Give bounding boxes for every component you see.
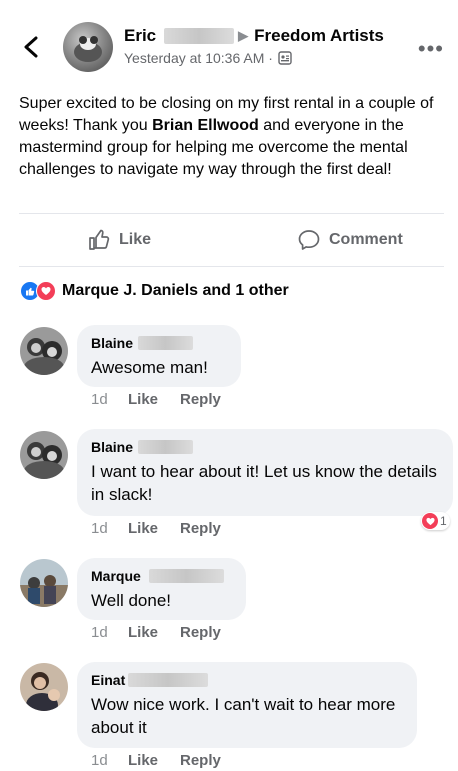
comment-reply-button[interactable]: Reply [180,624,221,641]
comment-reply-button[interactable]: Reply [180,391,221,408]
comment-bubble[interactable]: Einat Wow nice work. I can't wait to hea… [77,662,417,748]
comment-text: Wow nice work. I can't wait to hear more… [91,695,396,737]
comment-text: Awesome man! [91,358,208,377]
love-reaction-icon [36,281,56,301]
post-header-title: Eric ▶ Freedom Artists [124,26,384,46]
love-reaction-icon [422,513,438,529]
comment-actions: 1d Like Reply [91,520,221,537]
comment-time: 1d [91,391,108,408]
thumbs-up-icon [89,229,110,250]
comment-actions: 1d Like Reply [91,391,221,408]
comment-like-button[interactable]: Like [128,752,180,769]
comment-text: Well done! [91,591,172,610]
mentioned-user[interactable]: Brian Ellwood [152,117,259,134]
commenter-name-row: Blaine [91,438,439,456]
divider-bottom [19,266,444,267]
reactions-summary[interactable]: Marque J. Daniels and 1 other [20,281,289,301]
author-name[interactable]: Eric [124,26,156,46]
comment-bubble[interactable]: Blaine I want to hear about it! Let us k… [77,429,453,516]
group-name[interactable]: Freedom Artists [254,26,384,46]
redacted-surname [138,336,194,350]
redacted-surname [138,440,194,454]
post-text: Super excited to be closing on my first … [19,93,444,181]
comment-like-button[interactable]: Like [128,520,180,537]
comment-text: I want to hear about it! Let us know the… [91,462,437,504]
like-button[interactable]: Like [88,228,151,252]
commenter-avatar[interactable] [20,431,68,479]
comment-bubble[interactable]: Marque Well done! [77,558,246,620]
arrow-icon: ▶ [238,28,249,43]
author-avatar[interactable] [63,22,113,72]
commenter-name[interactable]: Blaine [91,335,133,351]
comment-like-button[interactable]: Like [128,624,180,641]
commenter-name[interactable]: Marque [91,568,141,584]
reactions-text: Marque J. Daniels and 1 other [62,282,289,299]
commenter-name[interactable]: Blaine [91,439,133,455]
comment-reaction-badge[interactable]: 1 [421,512,450,530]
comment-reply-button[interactable]: Reply [180,520,221,537]
comment-label: Comment [329,231,403,248]
comment-bubble-icon [298,230,320,250]
divider-top [19,213,444,214]
commenter-name-row: Blaine [91,334,227,352]
commenter-avatar[interactable] [20,663,68,711]
commenter-avatar[interactable] [20,559,68,607]
back-arrow-icon[interactable] [22,36,40,58]
comment-time: 1d [91,752,108,769]
more-options-icon[interactable]: ••• [418,36,444,62]
redacted-surname [128,673,209,687]
commenter-avatar[interactable] [20,327,68,375]
reaction-count: 1 [440,514,447,528]
comment-bubble[interactable]: Blaine Awesome man! [77,325,241,387]
post-timestamp: Yesterday at 10:36 AM · [124,50,292,66]
comment-like-button[interactable]: Like [128,391,180,408]
comment-time: 1d [91,520,108,537]
timestamp-text: Yesterday at 10:36 AM · [124,50,273,66]
group-privacy-icon [278,51,292,65]
comment-actions: 1d Like Reply [91,624,221,641]
redacted-surname [164,28,235,44]
comment-time: 1d [91,624,108,641]
comment-actions: 1d Like Reply [91,752,221,769]
comment-button[interactable]: Comment [297,228,403,252]
commenter-name-row: Marque [91,567,232,585]
like-label: Like [119,231,152,248]
commenter-name-row: Einat [91,671,403,689]
commenter-name[interactable]: Einat [91,672,125,688]
redacted-surname [148,569,224,583]
comment-reply-button[interactable]: Reply [180,752,221,769]
